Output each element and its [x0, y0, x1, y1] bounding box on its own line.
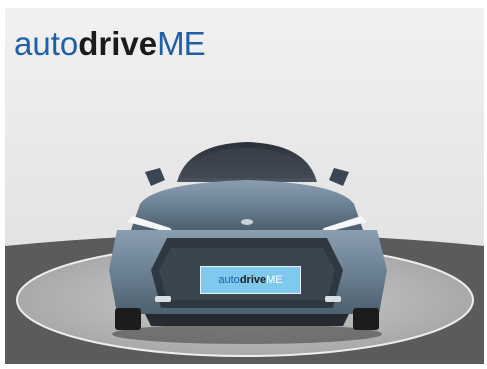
plate-part-me: ME — [266, 274, 283, 286]
logo-part-drive: drive — [78, 25, 158, 62]
logo-part-auto: auto — [14, 25, 79, 62]
license-plate: auto drive ME — [200, 266, 301, 294]
plate-part-drive: drive — [239, 274, 267, 286]
logo-part-me: ME — [157, 25, 205, 62]
brand-logo: auto drive ME — [14, 25, 206, 62]
plate-part-auto: auto — [218, 274, 240, 286]
